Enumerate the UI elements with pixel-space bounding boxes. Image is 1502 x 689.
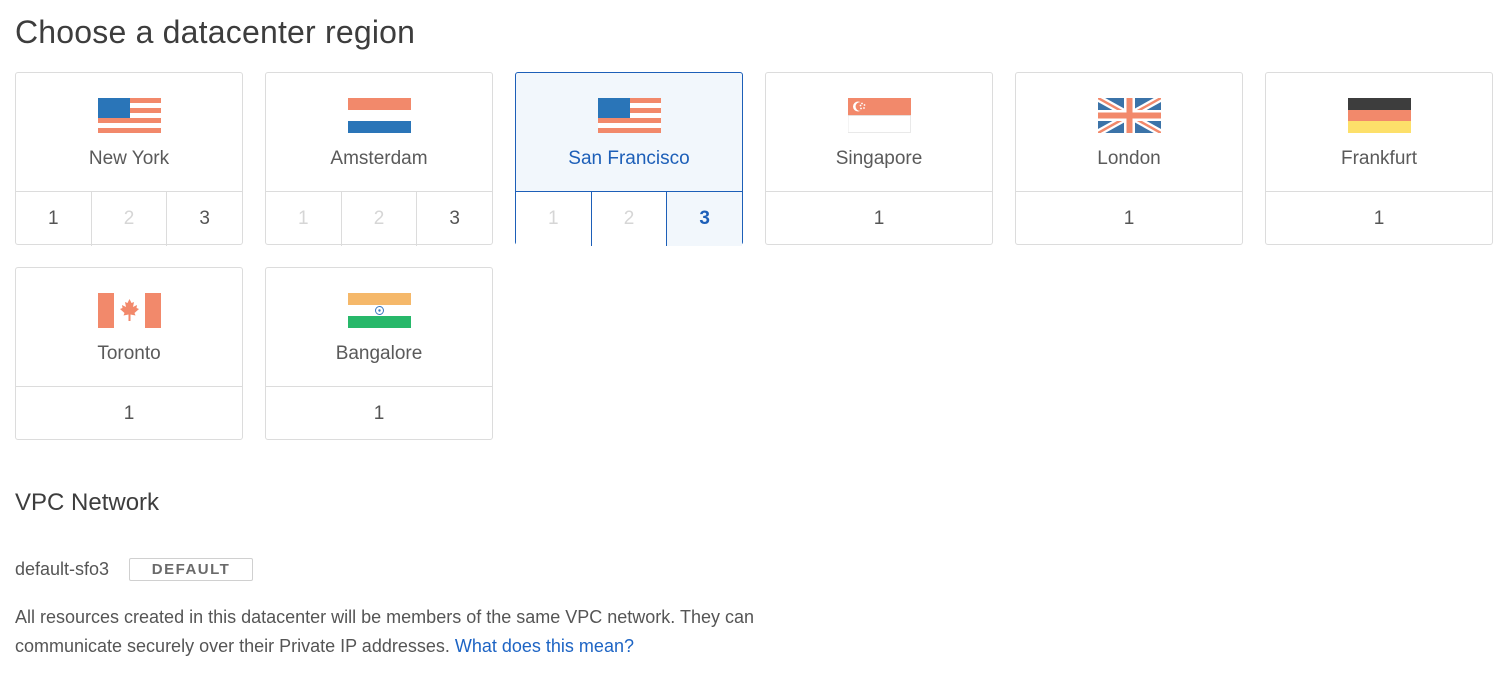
datacenter-selector: 1 [1266, 191, 1492, 246]
region-card-header[interactable]: Singapore [766, 73, 992, 191]
region-card-bangalore[interactable]: Bangalore 1 [265, 267, 493, 440]
datacenter-option-1: 1 [516, 192, 591, 246]
us-flag-icon [98, 98, 161, 133]
datacenter-option-2: 2 [340, 192, 417, 246]
region-card-san-francisco[interactable]: San Francisco 1 2 3 [515, 72, 743, 246]
india-flag-icon [348, 293, 411, 328]
datacenter-selector: 123 [16, 191, 242, 246]
region-name: Singapore [835, 148, 923, 169]
datacenter-selector: 1 23 [266, 191, 492, 246]
datacenter-selector: 1 [1016, 191, 1242, 246]
datacenter-option-3[interactable]: 3 [166, 192, 242, 246]
datacenter-selector: 1 [16, 386, 242, 441]
datacenter-option-1[interactable]: 1 [16, 192, 91, 246]
region-card-header[interactable]: Amsterdam [266, 73, 492, 191]
region-name: Toronto [97, 343, 161, 364]
datacenter-option-1[interactable]: 1 [266, 387, 492, 441]
germany-flag-icon [1348, 98, 1411, 133]
datacenter-option-1[interactable]: 1 [1016, 192, 1242, 246]
what-does-this-mean-link[interactable]: What does this mean? [455, 636, 634, 656]
default-badge: DEFAULT [129, 557, 254, 581]
region-card-header[interactable]: New York [16, 73, 242, 191]
region-card-header[interactable]: Bangalore [266, 268, 492, 386]
region-card-singapore[interactable]: Singapore 1 [765, 72, 993, 245]
region-card-header[interactable]: London [1016, 73, 1242, 191]
region-card-toronto[interactable]: Toronto 1 [15, 267, 243, 440]
us-flag-icon [598, 98, 661, 133]
region-name: Amsterdam [330, 148, 428, 169]
page-title: Choose a datacenter region [15, 14, 416, 50]
vpc-network-name: default-sfo3 [15, 558, 110, 579]
vpc-description: All resources created in this datacenter… [15, 603, 855, 661]
vpc-network-row: default-sfo3 DEFAULT [15, 556, 254, 582]
datacenter-option-1[interactable]: 1 [16, 387, 242, 441]
region-name: London [1097, 148, 1161, 169]
region-card-amsterdam[interactable]: Amsterdam 1 2 3 [265, 72, 493, 246]
region-name: Bangalore [335, 343, 423, 364]
datacenter-option-2: 2 [90, 192, 167, 246]
vpc-description-text: All resources created in this datacenter… [15, 607, 755, 656]
datacenter-option-1[interactable]: 1 [766, 192, 992, 246]
region-name: San Francisco [568, 148, 690, 169]
singapore-flag-icon [847, 98, 911, 133]
datacenter-selector: 123 [516, 191, 743, 246]
datacenter-option-3[interactable]: 3 [416, 192, 492, 246]
region-name: New York [88, 148, 170, 169]
region-card-header[interactable]: Toronto [16, 268, 242, 386]
uk-flag-icon [1096, 94, 1163, 137]
canada-flag-icon [98, 293, 161, 328]
region-card-header[interactable]: San Francisco [516, 73, 742, 191]
region-card-london[interactable]: London 1 [1015, 72, 1243, 245]
region-card-frankfurt[interactable]: Frankfurt 1 [1265, 72, 1493, 245]
netherlands-flag-icon [348, 98, 411, 133]
datacenter-option-2: 2 [590, 192, 667, 246]
datacenter-option-1: 1 [298, 208, 309, 229]
datacenter-option-3[interactable]: 3 [666, 192, 743, 246]
datacenter-selector: 1 [266, 386, 492, 441]
datacenter-selector: 1 [766, 191, 992, 246]
region-card-new-york[interactable]: New York 1 2 3 [15, 72, 243, 246]
vpc-network-title: VPC Network [15, 489, 160, 516]
datacenter-option-1[interactable]: 1 [1266, 192, 1492, 246]
region-name: Frankfurt [1340, 148, 1418, 169]
region-card-header[interactable]: Frankfurt [1266, 73, 1492, 191]
